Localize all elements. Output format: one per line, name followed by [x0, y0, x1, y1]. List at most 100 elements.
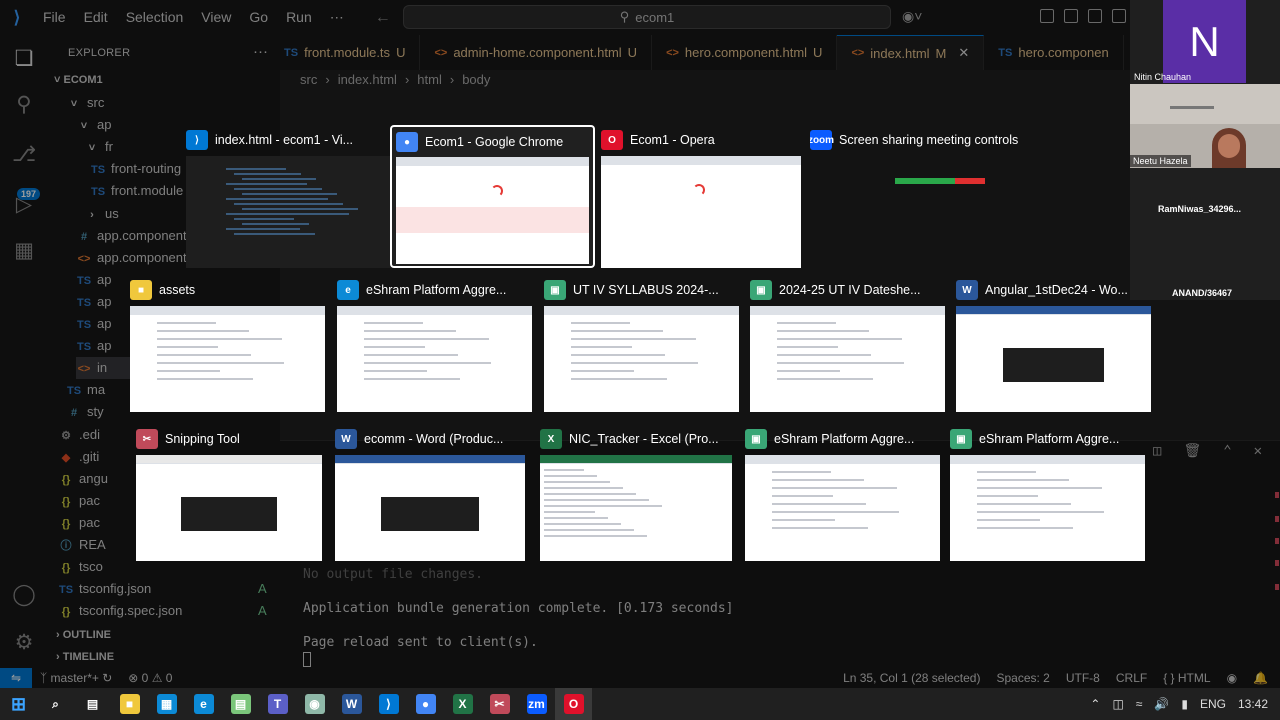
switcher-window[interactable]: ▣ eShram Platform Aggre... [950, 427, 1145, 561]
window-title: Snipping Tool [165, 432, 240, 446]
volume-icon[interactable]: 🔊 [1154, 697, 1169, 711]
switcher-window[interactable]: zoom Screen sharing meeting controls [810, 128, 1040, 268]
window-thumbnail [335, 455, 525, 561]
switcher-window[interactable]: ▣ UT IV SYLLABUS 2024-... [544, 278, 739, 412]
switcher-window[interactable]: e eShram Platform Aggre... [337, 278, 532, 412]
taskbar-app-glyph: X [452, 694, 473, 714]
switcher-window-title: ■ assets [130, 278, 195, 302]
switcher-window-title: ● Ecom1 - Google Chrome [396, 130, 563, 154]
switcher-window[interactable]: ▣ eShram Platform Aggre... [745, 427, 940, 561]
taskbar-app-glyph: W [341, 694, 362, 714]
word-icon: W [335, 429, 357, 449]
window-title: UT IV SYLLABUS 2024-... [573, 283, 719, 297]
switcher-window[interactable]: Wecomm - Word (Produc... [335, 427, 525, 561]
vscode-icon[interactable]: ⟩ [370, 688, 407, 720]
vscode-icon: ⟩ [186, 130, 208, 150]
taskbar-app-glyph: zm [526, 694, 547, 714]
window-thumbnail [130, 306, 325, 412]
switcher-window[interactable]: ⟩ index.html - ecom1 - Vi... [186, 128, 391, 268]
notepad-icon[interactable]: ▤ [222, 688, 259, 720]
window-thumbnail [750, 306, 945, 412]
switcher-window-title: Wecomm - Word (Produc... [335, 427, 503, 451]
window-thumbnail [396, 157, 589, 264]
window-thumbnail [186, 156, 391, 268]
excel-icon[interactable]: X [444, 688, 481, 720]
switcher-window-title: zoom Screen sharing meeting controls [810, 128, 1018, 152]
window-thumbnail [337, 306, 532, 412]
teams-icon[interactable]: T [259, 688, 296, 720]
window-thumbnail [810, 156, 1040, 268]
battery-icon[interactable]: ▮ [1181, 697, 1188, 711]
chrome-icon[interactable]: ● [407, 688, 444, 720]
clock[interactable]: 13:42 [1238, 697, 1268, 711]
switcher-window-title: O Ecom1 - Opera [601, 128, 715, 152]
zoom-icon[interactable]: zm [518, 688, 555, 720]
window-thumbnail [956, 306, 1151, 412]
taskbar-apps: ⌕ ▤ ■ ▦ e ▤ T ◉ W ⟩ ● X ✂ zm O [37, 688, 592, 720]
ceiling-fan [1170, 106, 1214, 109]
taskbar-app-glyph: ▦ [156, 694, 177, 714]
edge-icon: e [337, 280, 359, 300]
taskbar-app-glyph: ◉ [304, 694, 325, 714]
search-icon[interactable]: ⌕ [37, 688, 74, 720]
file-explorer-icon[interactable]: ■ [111, 688, 148, 720]
switcher-window-title: e eShram Platform Aggre... [337, 278, 506, 302]
participant-face [1218, 134, 1240, 158]
generic-icon: ▣ [950, 429, 972, 449]
chrome-icon: ● [396, 132, 418, 152]
window-thumbnail [601, 156, 801, 268]
window-title: Ecom1 - Opera [630, 133, 715, 147]
windows-taskbar: ⊞ ⌕ ▤ ■ ▦ e ▤ T ◉ W ⟩ ● X ✂ zm O ⌃ ◫ ≈ 🔊 ▮ ENG 13:42 [0, 688, 1280, 720]
start-button[interactable]: ⊞ [0, 688, 37, 720]
task-view-icon[interactable]: ▤ [74, 688, 111, 720]
window-thumbnail [540, 455, 732, 561]
app-icon[interactable]: ◉ [296, 688, 333, 720]
switcher-window-title: ▣ UT IV SYLLABUS 2024-... [544, 278, 719, 302]
switcher-window[interactable]: ✂ Snipping Tool [136, 427, 322, 561]
opera-icon[interactable]: O [555, 688, 592, 720]
window-thumbnail [136, 455, 322, 561]
taskbar-app-glyph: ✂ [489, 694, 510, 714]
switcher-window[interactable]: ■ assets [130, 278, 325, 412]
zoom-icon: zoom [810, 130, 834, 150]
window-title: NIC_Tracker - Excel (Pro... [569, 432, 719, 446]
switcher-window-title: X NIC_Tracker - Excel (Pro... [540, 427, 719, 451]
taskbar-app-glyph: ● [415, 694, 436, 714]
window-title: index.html - ecom1 - Vi... [215, 133, 354, 147]
word-icon[interactable]: W [333, 688, 370, 720]
taskbar-app-glyph: ⌕ [52, 696, 59, 711]
word-icon: W [956, 280, 978, 300]
store-icon[interactable]: ▦ [148, 688, 185, 720]
window-title: ecomm - Word (Produc... [364, 432, 504, 446]
window-title: eShram Platform Aggre... [979, 432, 1120, 446]
chevron-up-icon[interactable]: ⌃ [1090, 697, 1100, 711]
host-name: Nitin Chauhan [1134, 72, 1192, 82]
edge-icon[interactable]: e [185, 688, 222, 720]
opera-icon: O [601, 130, 623, 150]
snipping-icon[interactable]: ✂ [481, 688, 518, 720]
switcher-window[interactable]: X NIC_Tracker - Excel (Pro... [540, 427, 732, 561]
switcher-window-title: ▣ 2024-25 UT IV Dateshe... [750, 278, 921, 302]
window-title: Screen sharing meeting controls [839, 133, 1019, 147]
meet-icon[interactable]: ◫ [1112, 697, 1123, 711]
generic-icon: ▣ [544, 280, 566, 300]
taskbar-app-glyph: O [563, 694, 584, 714]
excel-icon: X [540, 429, 562, 449]
desktop: ⟩ FileEditSelectionViewGoRun⋯ ← → ⚲ ecom… [0, 0, 1280, 720]
wifi-icon[interactable]: ≈ [1136, 697, 1143, 711]
switcher-window-title: ▣ eShram Platform Aggre... [745, 427, 914, 451]
switcher-window[interactable]: ▣ 2024-25 UT IV Dateshe... [750, 278, 945, 412]
meeting-panel: N Nitin Chauhan Neetu Hazela RamNiwas_34… [1130, 0, 1280, 300]
switcher-window[interactable]: ● Ecom1 - Google Chrome [390, 125, 595, 268]
taskbar-app-glyph: ⟩ [378, 694, 399, 714]
taskbar-app-glyph: ▤ [230, 694, 251, 714]
switcher-window[interactable]: W Angular_1stDec24 - Wo... [956, 278, 1151, 412]
window-thumbnail [544, 306, 739, 412]
system-tray: ⌃ ◫ ≈ 🔊 ▮ ENG 13:42 [1090, 688, 1268, 720]
snip-icon: ✂ [136, 429, 158, 449]
language-indicator[interactable]: ENG [1200, 697, 1226, 711]
switcher-window[interactable]: O Ecom1 - Opera [601, 128, 801, 268]
participant-name: ANAND/36467 [1172, 288, 1233, 298]
participant-video: Neetu Hazela [1130, 84, 1280, 168]
taskbar-app-glyph: T [267, 694, 288, 714]
